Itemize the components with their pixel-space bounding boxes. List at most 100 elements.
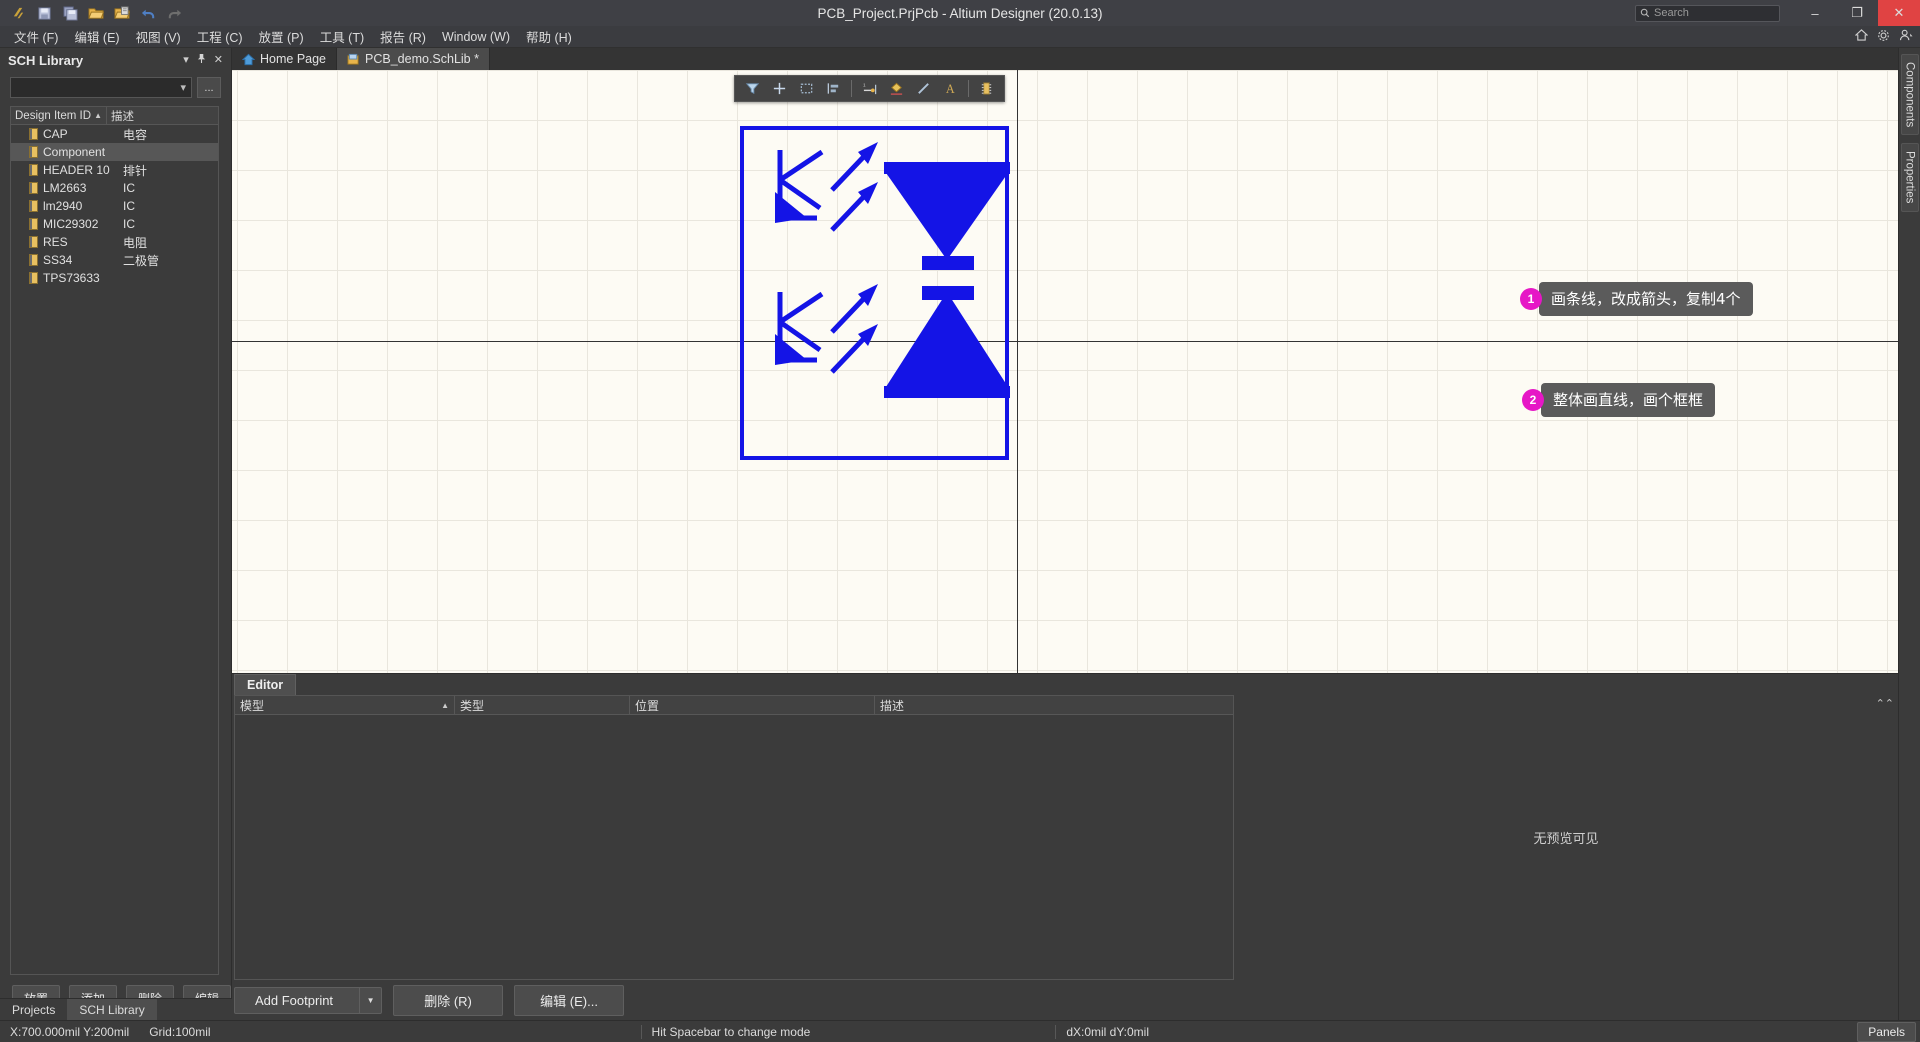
title-bar: PCB_Project.PrjPcb - Altium Designer (20… (0, 0, 1920, 26)
list-item[interactable]: lm2940 IC (11, 197, 218, 215)
preview-empty-text: 无预览可见 (1533, 831, 1599, 846)
menubar-right-icons (1854, 26, 1914, 47)
toolbar-separator (968, 80, 969, 97)
callout-2: 2 整体画直线，画个框框 (1522, 383, 1716, 417)
menu-item-edit[interactable]: 编辑 (E) (66, 25, 127, 48)
undo-icon[interactable] (136, 2, 160, 24)
edit-model-button[interactable]: 编辑 (E)... (514, 984, 625, 1016)
place-component-icon[interactable] (974, 77, 999, 100)
filter-icon[interactable] (740, 77, 765, 100)
model-table-body[interactable] (235, 715, 1233, 979)
list-item[interactable]: Component (11, 143, 218, 161)
collapse-icon[interactable]: ⌃⌃ (1876, 697, 1894, 710)
panels-button[interactable]: Panels (1857, 1021, 1916, 1042)
window-title: PCB_Project.PrjPcb - Altium Designer (20… (817, 5, 1103, 21)
sidebar-bottom-tabs: Projects SCH Library (0, 998, 232, 1020)
browse-button[interactable]: ... (197, 77, 221, 98)
component-icon (29, 164, 38, 176)
canvas-origin-horizontal-axis (232, 341, 1898, 342)
item-description: IC (123, 199, 135, 213)
open-icon[interactable] (84, 2, 108, 24)
pin-icon[interactable] (197, 53, 206, 67)
place-line-icon[interactable] (911, 77, 936, 100)
item-id: SS34 (43, 253, 73, 267)
tab-editor[interactable]: Editor (234, 674, 297, 695)
item-description: 二极管 (123, 253, 160, 268)
altium-logo-icon[interactable] (6, 2, 30, 24)
item-id: HEADER 10 (43, 163, 110, 177)
tab-home-page[interactable]: Home Page (232, 48, 338, 70)
component-icon (29, 182, 38, 194)
item-id: CAP (43, 127, 68, 141)
column-header-description[interactable]: 描述 (107, 107, 218, 124)
canvas-origin-vertical-axis (1017, 70, 1018, 673)
user-icon[interactable] (1899, 29, 1914, 44)
document-tab-bar: Home Page PCB_demo.SchLib * (232, 48, 1898, 70)
minimize-button[interactable]: – (1794, 0, 1836, 26)
menu-item-file[interactable]: 文件 (F) (6, 25, 66, 48)
schematic-canvas[interactable]: 1 A 1 画条线，改成箭头，复制4个 2 整体画直线，画个框框 (232, 70, 1898, 673)
library-filter-input[interactable]: ▾ (10, 77, 192, 98)
align-icon[interactable] (821, 77, 846, 100)
item-description: 电阻 (123, 235, 148, 250)
component-icon (29, 128, 38, 140)
open-project-icon[interactable] (110, 2, 134, 24)
home-icon[interactable] (1854, 29, 1869, 44)
list-item[interactable]: MIC29302 IC (11, 215, 218, 233)
column-header-design-item-id[interactable]: Design Item ID ▲ (11, 107, 107, 124)
tab-pcb-demo-schlib[interactable]: PCB_demo.SchLib * (337, 48, 490, 70)
chevron-down-icon[interactable]: ▼ (359, 987, 381, 1013)
menu-item-place[interactable]: 放置 (P) (251, 25, 312, 48)
menu-item-tools[interactable]: 工具 (T) (312, 25, 372, 48)
delete-model-button[interactable]: 删除 (R) (393, 984, 504, 1016)
place-polygon-icon[interactable] (884, 77, 909, 100)
search-input[interactable]: Search (1635, 4, 1780, 22)
schlib-icon (347, 53, 360, 66)
editor-tab-strip: Editor (232, 673, 1898, 695)
place-pin-icon[interactable]: 1 (857, 77, 882, 100)
table-header-row: Design Item ID ▲ 描述 (11, 107, 218, 125)
dock-tab-properties[interactable]: Properties (1900, 143, 1919, 212)
add-footprint-button[interactable]: Add Footprint ▼ (234, 986, 383, 1014)
model-area: 模型 ▲ 类型 位置 描述 ⌃⌃ 无预览可见 (232, 695, 1898, 980)
place-text-icon[interactable]: A (938, 77, 963, 100)
gear-icon[interactable] (1877, 29, 1890, 45)
maximize-button[interactable]: ❐ (1836, 0, 1878, 26)
sidebar-tab-projects[interactable]: Projects (0, 999, 67, 1020)
quick-access-toolbar (0, 2, 186, 24)
column-label: Design Item ID (15, 109, 92, 122)
column-header-model[interactable]: 模型 ▲ (235, 696, 455, 714)
menu-item-help[interactable]: 帮助 (H) (518, 25, 580, 48)
column-header-type[interactable]: 类型 (455, 696, 630, 714)
selection-rect-icon[interactable] (794, 77, 819, 100)
dock-tab-components[interactable]: Components (1900, 54, 1919, 136)
list-item[interactable]: SS34 二极管 (11, 251, 218, 269)
list-item[interactable]: LM2663 IC (11, 179, 218, 197)
list-item[interactable]: RES 电阻 (11, 233, 218, 251)
menu-item-view[interactable]: 视图 (V) (128, 25, 189, 48)
menu-item-project[interactable]: 工程 (C) (189, 25, 251, 48)
menu-item-reports[interactable]: 报告 (R) (372, 25, 434, 48)
menu-item-window[interactable]: Window (W) (434, 28, 518, 46)
sort-ascending-icon: ▲ (94, 111, 102, 120)
column-header-description[interactable]: 描述 (875, 696, 1233, 714)
toolbar-separator (851, 80, 852, 97)
close-button[interactable]: ✕ (1878, 0, 1920, 26)
right-dock: Components Properties (1898, 48, 1920, 1020)
item-description: IC (123, 217, 135, 231)
close-icon[interactable]: ✕ (214, 53, 223, 67)
titlebar-right: Search – ❐ ✕ (1635, 0, 1920, 26)
list-item[interactable]: CAP 电容 (11, 125, 218, 143)
callout-text: 整体画直线，画个框框 (1541, 383, 1716, 417)
column-label: 模型 (240, 698, 265, 713)
model-table: 模型 ▲ 类型 位置 描述 (234, 695, 1234, 980)
sidebar-tab-sch-library[interactable]: SCH Library (67, 999, 157, 1020)
chevron-down-icon[interactable]: ▾ (183, 53, 189, 67)
crosshair-icon[interactable] (767, 77, 792, 100)
item-id: lm2940 (43, 199, 83, 213)
column-header-position[interactable]: 位置 (630, 696, 875, 714)
list-item[interactable]: TPS73633 (11, 269, 218, 287)
save-all-icon[interactable] (58, 2, 82, 24)
save-icon[interactable] (32, 2, 56, 24)
list-item[interactable]: HEADER 10 排针 (11, 161, 218, 179)
